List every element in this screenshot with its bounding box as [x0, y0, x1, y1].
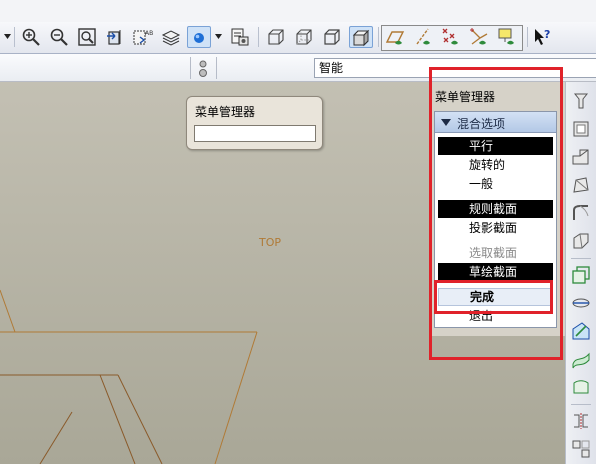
sketch-line — [99, 374, 136, 464]
refit-icon[interactable] — [76, 26, 98, 48]
title-strip — [0, 0, 596, 22]
traffic-light-icon — [199, 60, 207, 77]
toolbar-separator — [14, 27, 15, 47]
svg-text:AB: AB — [145, 30, 153, 37]
datum-axis-display-icon[interactable] — [412, 26, 434, 48]
chamfer-icon[interactable] — [570, 230, 592, 252]
datum-axis-icon[interactable] — [570, 292, 592, 314]
context-help-icon[interactable]: ? — [532, 26, 554, 48]
toolbar-separator — [216, 57, 217, 79]
rib-icon[interactable] — [570, 146, 592, 168]
sketch-line — [117, 374, 163, 464]
toolbar-separator — [571, 404, 591, 405]
toolbar-separator — [571, 258, 591, 259]
datum-edge — [0, 289, 16, 333]
chevron-down-icon[interactable] — [4, 34, 11, 40]
main-toolbar: AB ? — [0, 22, 596, 54]
hole-icon[interactable] — [570, 90, 592, 112]
svg-text:?: ? — [544, 28, 550, 41]
wireframe-icon[interactable] — [265, 26, 287, 48]
sketch-icon[interactable] — [570, 376, 592, 398]
feature-toolbar — [565, 82, 596, 464]
pattern-icon[interactable] — [570, 438, 592, 460]
datum-label-top[interactable]: TOP — [259, 236, 281, 249]
toolbar-separator — [527, 27, 528, 47]
datum-curve-icon[interactable] — [570, 320, 592, 342]
toolbar-separator — [378, 27, 379, 47]
shading-icon[interactable] — [349, 26, 373, 48]
zoom-in-icon[interactable] — [20, 26, 42, 48]
hidden-line-icon[interactable] — [293, 26, 315, 48]
layers-icon[interactable] — [160, 26, 182, 48]
highlight-box-menu — [429, 67, 563, 360]
coordinate-system-display-icon[interactable] — [468, 26, 490, 48]
reorient-icon[interactable] — [104, 26, 126, 48]
sketch-line — [39, 411, 73, 464]
datum-point-display-icon[interactable] — [440, 26, 462, 48]
floating-menu-field[interactable] — [194, 125, 316, 142]
floating-menu-manager[interactable]: 菜单管理器 — [186, 96, 323, 150]
view-manager-icon[interactable]: AB — [132, 26, 154, 48]
model-display-icon[interactable] — [229, 26, 251, 48]
chevron-down-icon[interactable] — [215, 34, 222, 40]
top-datum-edge — [214, 331, 258, 464]
datum-plane-display-icon[interactable] — [384, 26, 406, 48]
shell-icon[interactable] — [570, 118, 592, 140]
floating-menu-title: 菜单管理器 — [195, 105, 256, 119]
zoom-out-icon[interactable] — [48, 26, 70, 48]
mirror-icon[interactable] — [570, 410, 592, 432]
toolbar-separator — [190, 57, 191, 79]
appearance-icon[interactable] — [187, 26, 211, 48]
draft-icon[interactable] — [570, 174, 592, 196]
highlight-box-done — [434, 280, 553, 314]
datum-plane-icon[interactable] — [570, 264, 592, 286]
toolbar-separator — [258, 27, 259, 47]
round-icon[interactable] — [570, 202, 592, 224]
no-hidden-icon[interactable] — [321, 26, 343, 48]
surface-icon[interactable] — [570, 348, 592, 370]
annotation-display-icon[interactable] — [496, 26, 518, 48]
